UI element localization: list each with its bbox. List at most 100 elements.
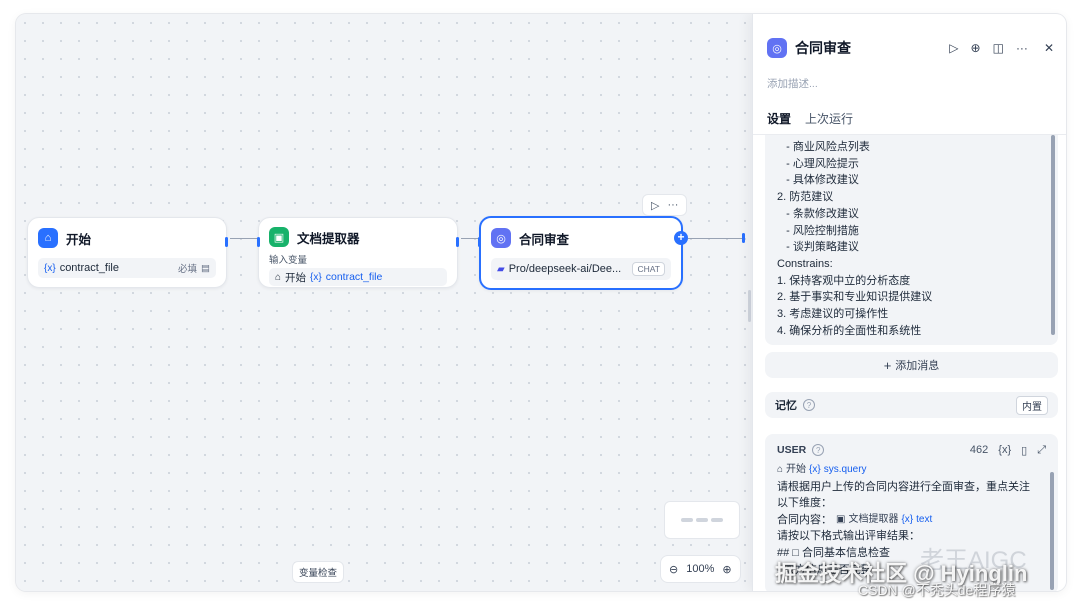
input-variable-row: ⌂ 开始 {x} contract_file [269, 268, 447, 286]
home-icon: ⌂ [38, 228, 58, 248]
insert-variable-button[interactable]: {x} [998, 444, 1011, 456]
help-icon[interactable]: ? [803, 399, 815, 411]
panel-title[interactable]: 合同审查 [795, 38, 851, 58]
edge-extractor-review [461, 238, 479, 239]
add-message-label: 添加消息 [895, 360, 940, 372]
memory-row: 记忆 ? 内置 [765, 392, 1058, 418]
token-count: 462 [969, 444, 989, 456]
start-node-title: 开始 [66, 232, 92, 247]
prompt-line: - 具体修改建议 [777, 174, 859, 187]
node-settings-panel: ◎ 合同审查 ▷ ⊕ ◫ ··· ✕ 添加描述... 设置 上次运行 - 商业风… [752, 14, 1066, 591]
prompt-line: - 心理风险提示 [777, 157, 859, 170]
more-icon[interactable]: ··· [667, 199, 678, 211]
split-view-icon[interactable]: ◫ [993, 41, 1004, 55]
user-prompt-line: ⌂ 开始 {x} sys.query [777, 462, 1046, 479]
variable-chip: ⌂ 开始 {x} sys.query [777, 462, 867, 479]
variable-chip: ▣ 文档提取器 {x} text [836, 512, 932, 529]
prompt-line: - 风险控制措施 [777, 224, 859, 237]
variable-name: contract_file [59, 262, 119, 274]
edge-review-next [688, 238, 744, 239]
chip-node-name: 文档提取器 [848, 513, 899, 525]
add-next-node-button[interactable]: + [674, 231, 688, 245]
prompt-line: - 商业风险点列表 [777, 141, 870, 153]
run-node-icon[interactable]: ▷ [651, 199, 659, 212]
doc-extractor-title: 文档提取器 [297, 231, 360, 246]
plus-icon: + [883, 357, 892, 373]
home-icon: ⌂ [777, 464, 784, 475]
run-icon[interactable]: ▷ [949, 41, 958, 55]
prompt-line: 3. 考虑建议的可操作性 [777, 308, 889, 321]
prompt-line: - 谈判策略建议 [777, 241, 859, 254]
user-prompt-line: 以下维度： [777, 497, 832, 510]
prompt-line: Constrains: [777, 257, 833, 270]
source-node-name: 开始 [285, 271, 307, 284]
memory-label: 记忆 [775, 400, 797, 412]
llm-icon: ◎ [767, 38, 787, 58]
prompt-prefix: 合同内容： [777, 513, 832, 526]
start-node[interactable]: ⌂ 开始 {x} contract_file 必填 ▤ [27, 217, 228, 288]
user-prompt-line: 合同内容： ▣ 文档提取器 {x} text [777, 512, 1046, 529]
user-prompt-scrollbar[interactable] [1050, 472, 1054, 590]
variable-tag: {x} [44, 262, 56, 274]
extractor-output-port[interactable] [456, 237, 459, 247]
model-name: Pro/deepseek-ai/Dee... [508, 263, 622, 275]
start-output-port[interactable] [225, 237, 228, 247]
user-role-label: USER [777, 444, 807, 456]
variable-name: contract_file [325, 271, 383, 283]
chat-mode-badge: CHAT [632, 262, 665, 276]
tab-last-run[interactable]: 上次运行 [805, 110, 853, 136]
doc-extractor-icon: ▣ [269, 227, 289, 247]
chip-node-name: 开始 [786, 464, 807, 475]
start-variable-row: {x} contract_file 必填 ▤ [38, 258, 216, 278]
close-icon[interactable]: ✕ [1044, 41, 1054, 55]
zoom-controls: ⊖ 100% ⊕ [660, 555, 741, 583]
prompt-line: - 条款修改建议 [777, 207, 859, 220]
variable-tag: {x} [310, 271, 322, 283]
chip-tag: {x} [901, 513, 914, 525]
variable-check-button[interactable]: 变量检查 [292, 561, 345, 583]
edge-start-extractor [230, 238, 258, 239]
chip-var: sys.query [823, 464, 867, 475]
csdn-watermark: CSDN @不秃头de程序猿 [858, 582, 1016, 598]
workflow-window: ⌂ 开始 {x} contract_file 必填 ▤ ▣ 文档提取器 输入变量… [16, 14, 1066, 591]
add-message-button[interactable]: + 添加消息 [765, 352, 1058, 378]
review-input-port[interactable] [478, 237, 481, 247]
home-icon: ⌂ [275, 271, 282, 283]
extractor-input-port[interactable] [257, 237, 260, 247]
expand-icon[interactable]: ⤢ [1037, 444, 1046, 457]
prompt-line: 4. 确保分析的全面性和系统性 [777, 324, 922, 337]
node-toolbar: ▷ ··· [642, 194, 688, 216]
next-node-input-port[interactable] [742, 233, 745, 243]
zoom-level[interactable]: 100% [686, 563, 714, 575]
zoom-in-icon[interactable]: ⊕ [722, 563, 731, 576]
more-icon[interactable]: ··· [1016, 41, 1028, 55]
input-variable-label: 输入变量 [269, 255, 308, 266]
prompt-line: 1. 保持客观中立的分析态度 [777, 274, 911, 287]
chip-var: text [916, 513, 933, 525]
target-icon[interactable]: ⊕ [971, 41, 981, 55]
description-input[interactable]: 添加描述... [767, 76, 818, 91]
doc-extractor-icon: ▣ [836, 513, 846, 525]
contract-review-node[interactable]: ◎ 合同审查 ▰ Pro/deepseek-ai/Dee... CHAT [478, 216, 683, 290]
user-prompt-line: 请根据用户上传的合同内容进行全面审查，重点关注 [777, 480, 1030, 493]
minimap[interactable] [664, 501, 740, 539]
contract-review-title: 合同审查 [519, 232, 570, 247]
prompt-line: 2. 防范建议 [777, 191, 834, 204]
canvas-handle[interactable] [748, 290, 751, 322]
tab-settings[interactable]: 设置 [767, 110, 792, 136]
model-row: ▰ Pro/deepseek-ai/Dee... CHAT [491, 258, 671, 280]
system-prompt-editor[interactable]: - 商业风险点列表 - 心理风险提示 - 具体修改建议 2. 防范建议 - 条款… [765, 135, 1058, 345]
memory-builtin-badge[interactable]: 内置 [1016, 395, 1048, 415]
prompt-line: 2. 基于事实和专业知识提供建议 [777, 291, 933, 304]
document-icon: ▤ [201, 262, 210, 274]
help-icon[interactable]: ? [812, 444, 825, 456]
model-icon: ▰ [497, 263, 505, 275]
required-label: 必填 [178, 264, 198, 275]
prompt-scrollbar[interactable] [1051, 135, 1055, 335]
chip-tag: {x} [809, 464, 821, 475]
zoom-out-icon[interactable]: ⊖ [669, 563, 678, 576]
clipboard-icon[interactable]: ▯ [1021, 444, 1027, 457]
doc-extractor-node[interactable]: ▣ 文档提取器 输入变量 ⌂ 开始 {x} contract_file [257, 217, 459, 288]
llm-icon: ◎ [491, 228, 511, 248]
panel-tabs: 设置 上次运行 [767, 110, 853, 136]
